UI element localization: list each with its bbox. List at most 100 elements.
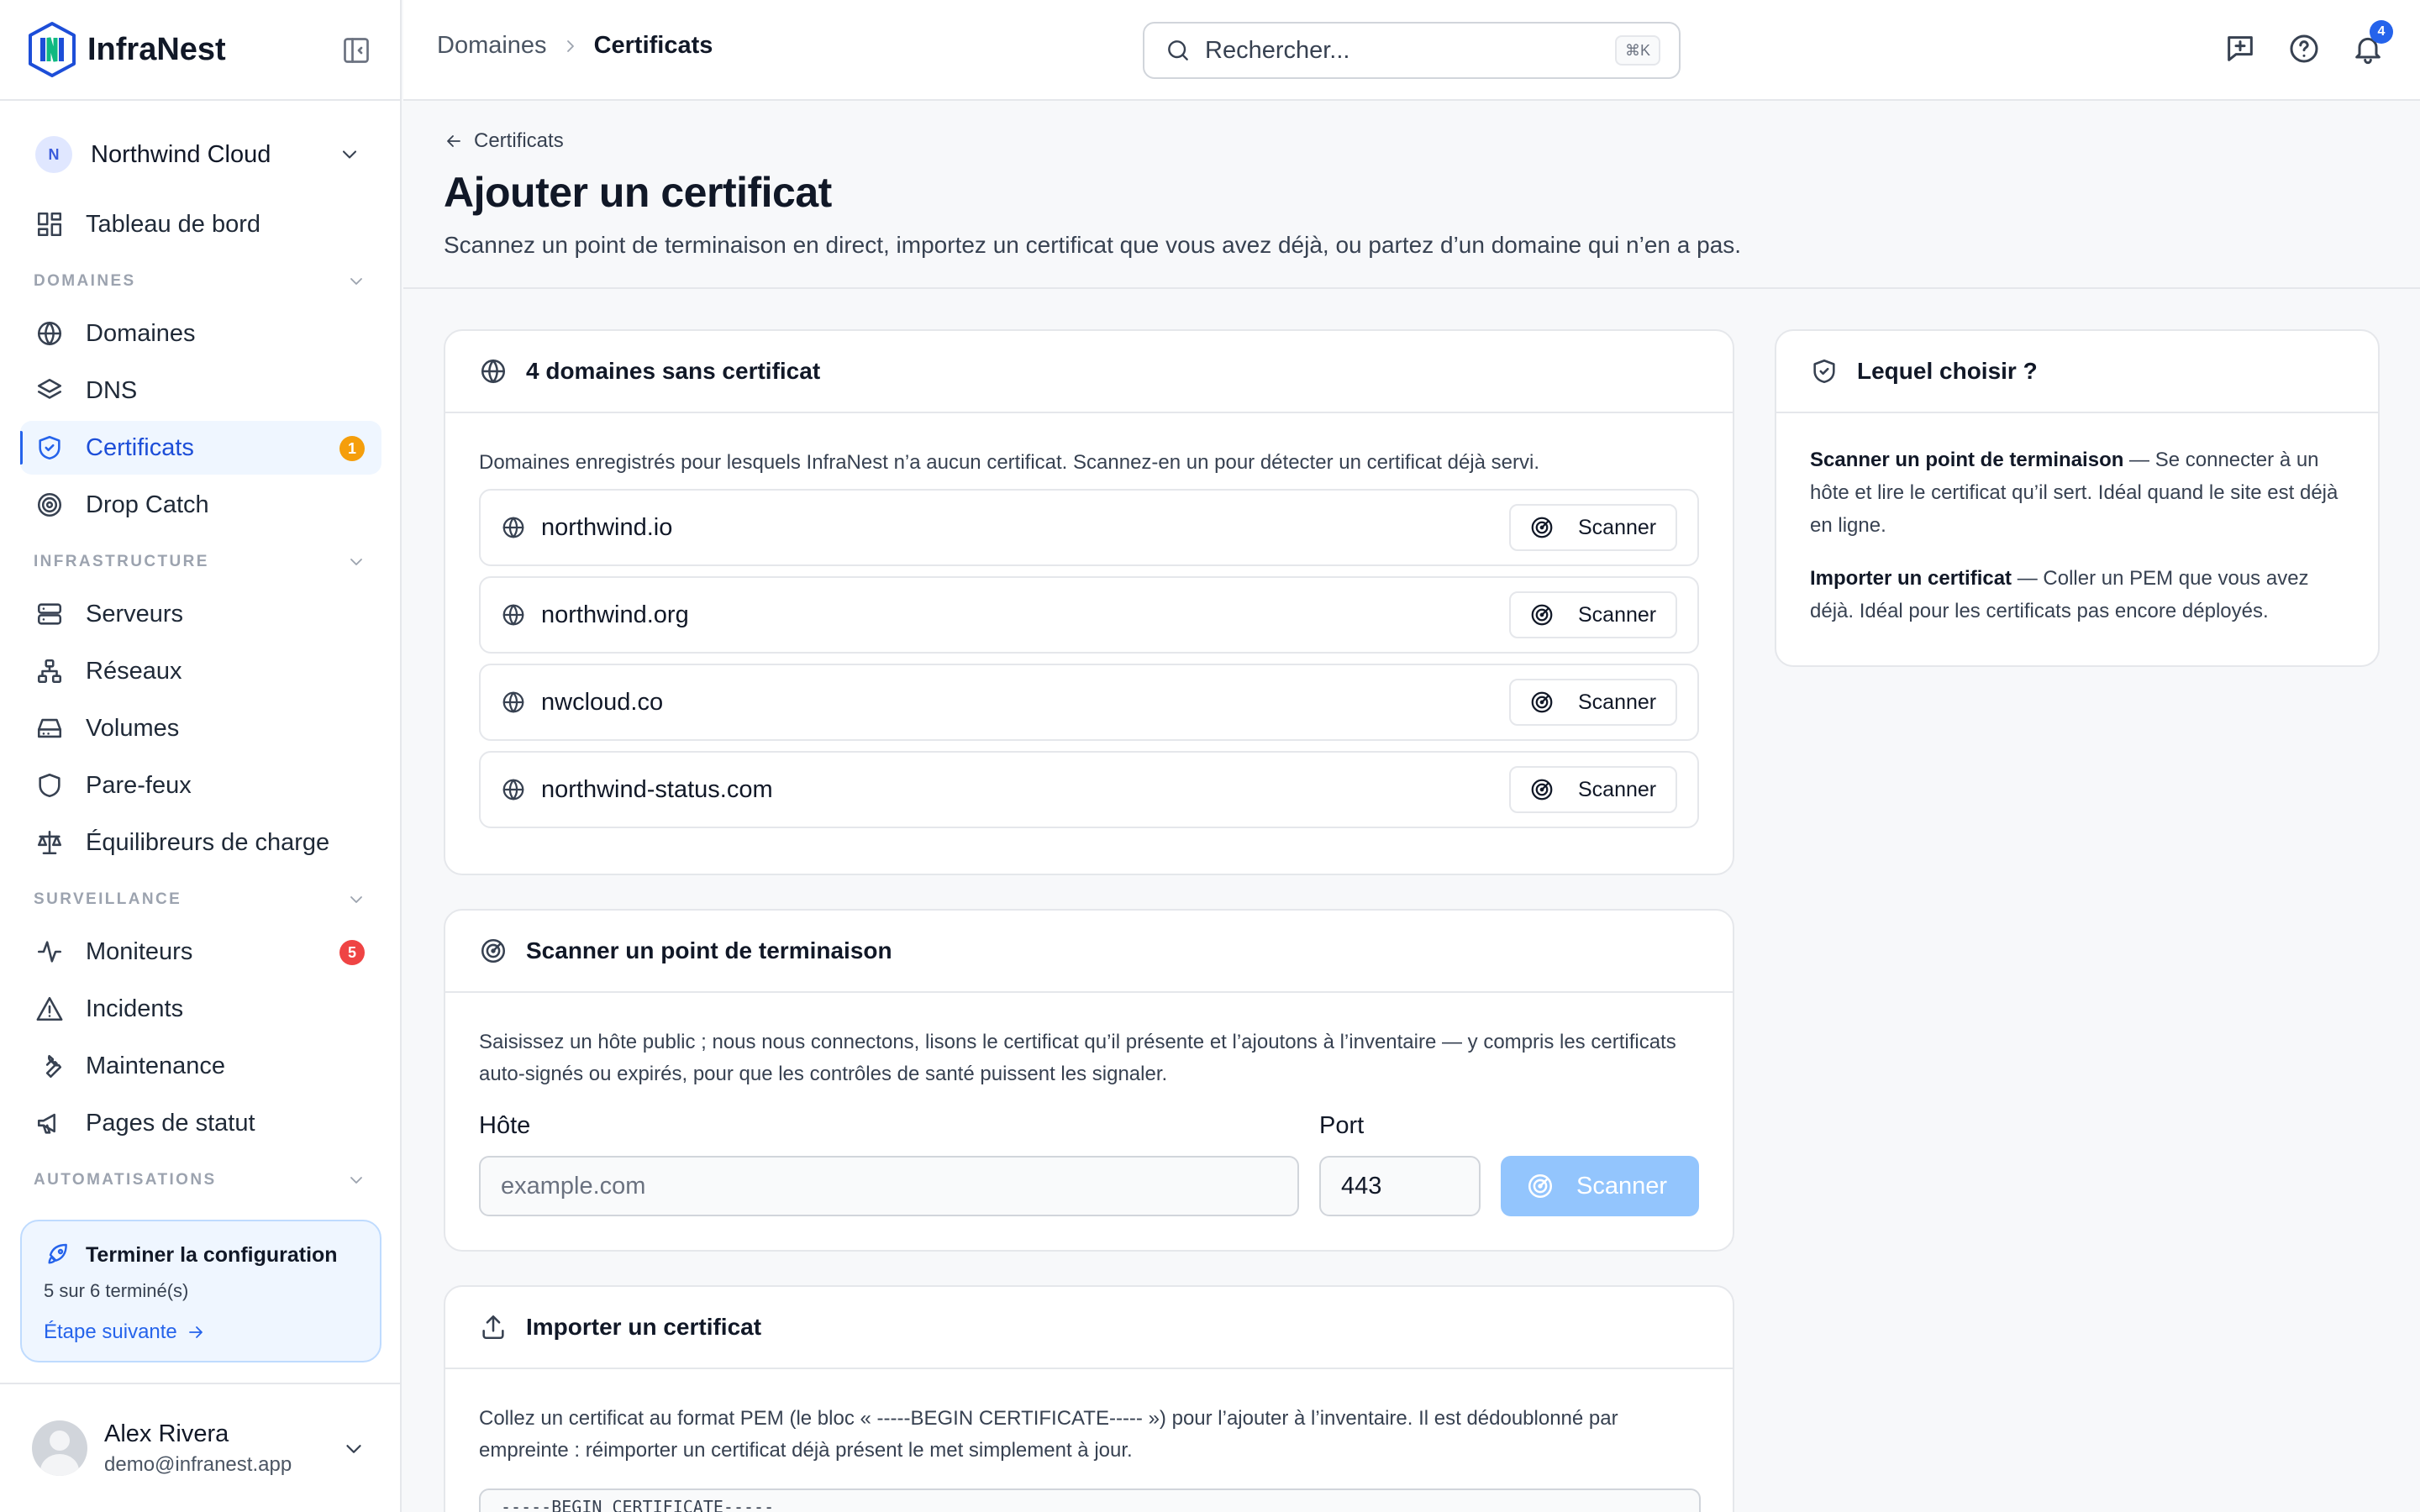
activity-icon [37,941,62,963]
next-step-link[interactable]: Étape suivante [44,1320,358,1344]
host-field[interactable]: example.com [479,1156,1299,1216]
sidebar-item-volumes[interactable]: Volumes [20,701,381,755]
rocket-icon [48,1243,67,1264]
import-certificate-card: Importer un certificat Collez un certifi… [444,1285,1734,1512]
count-badge: 5 [339,940,365,965]
setup-progress: 5 sur 6 terminé(s) [44,1280,189,1301]
shield-icon [39,773,60,798]
sidebar-item-dns[interactable]: DNS [20,364,381,417]
port-field[interactable]: 443 [1319,1156,1481,1216]
server-icon [37,603,62,625]
chevron-down-icon [350,896,362,903]
pem-textarea[interactable]: -----BEGIN CERTIFICATE----- [479,1488,1701,1512]
help-import-term: Importer un certificat [1810,567,2012,590]
sidebar-item-maintenance[interactable]: Maintenance [20,1039,381,1093]
section-automations[interactable]: AUTOMATISATIONS [20,1162,381,1197]
breadcrumb-domains[interactable]: Domaines [437,32,547,60]
sidebar-item-drop-catch[interactable]: Drop Catch [20,478,381,532]
breadcrumb-current: Certificats [593,32,713,59]
domain-row: northwind.org Scanner [479,576,1699,654]
help-card: Lequel choisir ? Scanner un point de ter… [1775,329,2380,667]
sidebar: InfraNest N Northwind Cloud Tableau de b… [0,0,402,1512]
section-monitoring[interactable]: SURVEILLANCE [20,881,381,918]
host-placeholder: example.com [501,1172,646,1200]
scan-submit-button[interactable]: Scanner [1501,1156,1699,1216]
sidebar-item-monitors[interactable]: Moniteurs 5 [20,925,381,979]
sidebar-item-firewalls[interactable]: Pare-feux [20,759,381,812]
org-name: Northwind Cloud [91,140,271,168]
sidebar-item-label: Certificats [86,433,194,461]
back-link[interactable]: Certificats [444,129,564,153]
help-icon[interactable] [2287,32,2321,66]
card-title: Importer un certificat [526,1314,762,1340]
logo-icon [29,22,76,77]
domain-row: nwcloud.co Scanner [479,664,1699,741]
sidebar-item-networks[interactable]: Réseaux [20,644,381,698]
brand[interactable]: InfraNest [0,0,400,101]
domain-row: northwind.io Scanner [479,489,1699,566]
sidebar-item-domains[interactable]: Domaines [20,307,381,360]
sidebar-collapse-icon[interactable] [341,35,371,66]
sidebar-item-status-pages[interactable]: Pages de statut [20,1096,381,1150]
sidebar-item-incidents[interactable]: Incidents [20,982,381,1036]
scan-button-label: Scanner [1578,690,1657,714]
notifications-button[interactable]: 4 [2351,20,2393,66]
feedback-icon[interactable] [2223,32,2257,66]
card-header: 4 domaines sans certificat [445,331,1733,413]
megaphone-icon [37,1113,55,1134]
section-label: DOMAINES [34,272,136,290]
sidebar-item-load-balancers[interactable]: Équilibreurs de charge [20,816,381,869]
card-description: Domaines enregistrés pour lesquels Infra… [479,451,1539,474]
scan-submit-label: Scanner [1576,1172,1668,1200]
setup-title: Terminer la configuration [44,1242,358,1268]
scan-domain-button[interactable]: Scanner [1509,591,1677,638]
help-scan: Scanner un point de terminaison — Se con… [1810,444,2344,542]
scan-button-label: Scanner [1578,602,1657,627]
alert-triangle-icon [36,996,63,1021]
port-label: Port [1319,1112,1365,1139]
sidebar-item-label: Pare-feux [86,771,192,799]
wrench-icon [45,1054,62,1079]
card-header: Importer un certificat [445,1287,1733,1369]
org-avatar: N [35,136,72,173]
upload-icon [482,1315,504,1340]
brand-name: InfraNest [87,31,226,67]
pem-placeholder: -----BEGIN CERTIFICATE----- [501,1497,775,1512]
port-value: 443 [1341,1172,1382,1200]
card-description: Saisissez un hôte public ; nous nous con… [479,1031,1676,1085]
sidebar-item-servers[interactable]: Serveurs [20,587,381,641]
page-description: Scannez un point de terminaison en direc… [444,232,1742,258]
scan-button-label: Scanner [1578,777,1657,801]
org-switcher[interactable]: N Northwind Cloud [20,128,380,181]
chevron-down-icon [350,278,362,285]
page-header: Certificats Ajouter un certificat Scanne… [403,102,2420,289]
user-menu[interactable]: Alex Rivera demo@infranest.app [0,1383,400,1512]
user-name: Alex Rivera [104,1420,229,1447]
next-step-label: Étape suivante [44,1320,177,1343]
section-domains[interactable]: DOMAINES [20,263,381,300]
scan-domain-button[interactable]: Scanner [1509,766,1677,813]
globe-icon [502,691,524,713]
chevron-down-icon [350,559,362,565]
section-infrastructure[interactable]: INFRASTRUCTURE [20,543,381,580]
shield-check-icon [1813,359,1835,384]
arrow-right-icon [188,1326,203,1338]
help-import: Importer un certificat — Coller un PEM q… [1810,562,2344,627]
radar-icon [1528,1173,1553,1199]
sidebar-item-label: DNS [86,376,138,404]
card-header: Scanner un point de terminaison [445,911,1733,993]
search-placeholder: Rechercher... [1205,36,1350,64]
count-badge: 1 [339,436,365,461]
globe-icon [37,321,62,346]
sidebar-item-certificates[interactable]: Certificats 1 [20,421,381,475]
sidebar-item-dashboard[interactable]: Tableau de bord [20,197,381,251]
scan-domain-button[interactable]: Scanner [1509,504,1677,551]
target-icon [37,492,62,517]
domain-name: northwind.io [541,513,673,541]
scan-domain-button[interactable]: Scanner [1509,679,1677,726]
domain-name: northwind-status.com [541,775,773,803]
sidebar-item-label: Réseaux [86,657,182,685]
scale-icon [37,830,62,855]
radar-icon [1531,779,1553,801]
search-input[interactable]: Rechercher... ⌘K [1143,22,1681,79]
